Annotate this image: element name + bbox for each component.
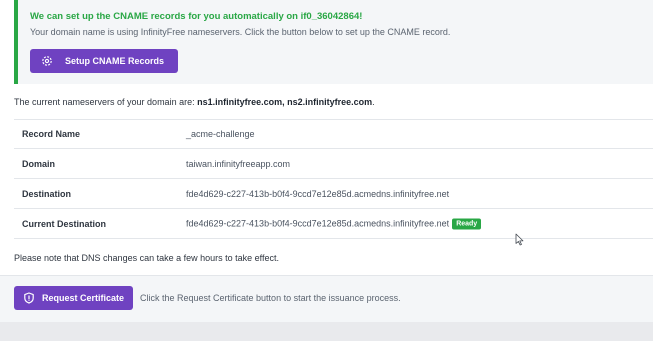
domain-label: Domain (22, 158, 56, 169)
alert-text: Your domain name is using InfinityFree n… (30, 27, 451, 37)
table-row: Record Name _acme-challenge (14, 120, 653, 149)
nameservers-values: ns1.infinityfree.com, ns2.infinityfree.c… (197, 97, 373, 107)
table-row: Domain taiwan.infinityfreeapp.com (14, 149, 653, 179)
table-row: Current Destination fde4d629-c227-413b-b… (14, 209, 653, 239)
alert-title: We can set up the CNAME records for you … (30, 11, 363, 22)
domain-value: taiwan.infinityfreeapp.com (186, 158, 291, 169)
status-badge: Ready (452, 218, 482, 229)
current-destination-cell: fde4d629-c227-413b-b0f4-9ccd7e12e85d.acm… (186, 218, 482, 229)
request-certificate-button[interactable]: Request Certificate (14, 286, 133, 310)
current-destination-label: Current Destination (22, 218, 107, 229)
nameservers-suffix: . (372, 97, 375, 107)
request-certificate-label: Request Certificate (42, 293, 125, 303)
record-name-label: Record Name (22, 129, 81, 139)
setup-cname-button[interactable]: Setup CNAME Records (30, 49, 178, 73)
certificate-panel: We can set up the CNAME records for you … (0, 0, 653, 322)
dns-record-table: Record Name _acme-challenge Domain taiwa… (14, 119, 653, 239)
mouse-cursor-icon (515, 233, 524, 246)
destination-value: fde4d629-c227-413b-b0f4-9ccd7e12e85d.acm… (186, 188, 450, 199)
current-destination-value: fde4d629-c227-413b-b0f4-9ccd7e12e85d.acm… (186, 218, 450, 229)
shield-icon (23, 292, 35, 304)
setup-cname-label: Setup CNAME Records (65, 56, 165, 66)
nameservers-prefix: The current nameservers of your domain a… (14, 97, 198, 107)
table-row: Destination fde4d629-c227-413b-b0f4-9ccd… (14, 179, 653, 209)
dns-propagation-note: Please note that DNS changes can take a … (14, 253, 279, 263)
nameservers-line: The current nameservers of your domain a… (14, 97, 375, 107)
gear-icon (41, 55, 53, 67)
request-help-text: Click the Request Certificate button to … (140, 293, 401, 303)
record-name-value: _acme-challenge (186, 129, 255, 139)
cname-setup-alert: We can set up the CNAME records for you … (14, 0, 653, 84)
destination-label: Destination (22, 188, 72, 199)
